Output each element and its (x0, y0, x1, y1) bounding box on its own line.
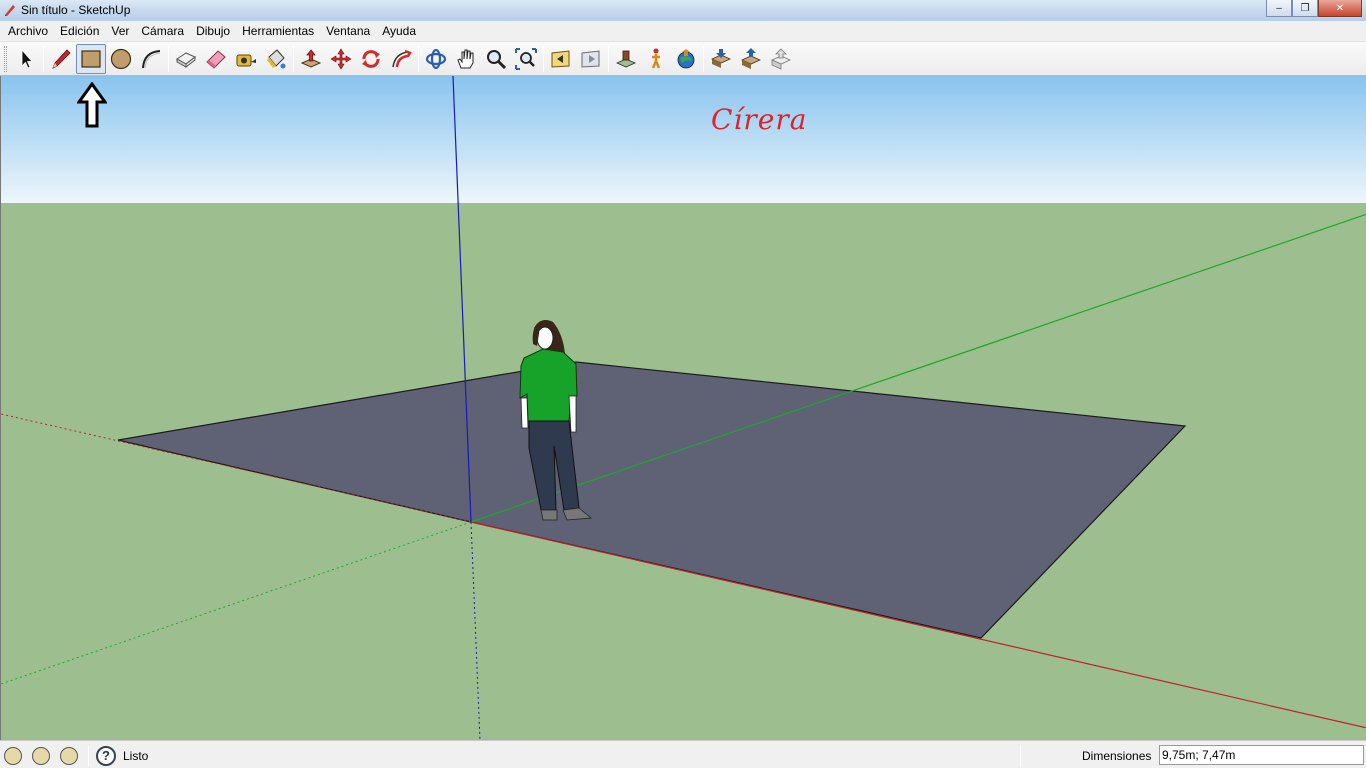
copyright-icon[interactable] (60, 747, 78, 765)
share-model-button[interactable] (736, 44, 766, 74)
toolbar-separator (43, 45, 44, 72)
arc-tool-icon (142, 49, 161, 68)
rectangle-tool-button[interactable] (76, 43, 106, 74)
menu-ayuda[interactable]: Ayuda (376, 21, 422, 42)
window-title: Sin título - SketchUp (21, 3, 131, 17)
google-earth-icon (677, 48, 695, 68)
follow-me-icon (392, 49, 412, 67)
status-divider (1020, 745, 1021, 767)
toolbar-separator (703, 45, 704, 72)
tape-measure-button[interactable] (231, 44, 261, 74)
toolbar-separator (608, 45, 609, 72)
menu-ver[interactable]: Ver (105, 21, 135, 42)
walk-tool-icon (651, 48, 661, 68)
get-models-icon (711, 48, 731, 68)
window-controls: – ❐ ✕ (1266, 0, 1362, 18)
drawing-viewport[interactable]: Círera (0, 76, 1366, 740)
toolbar-separator (418, 45, 419, 72)
position-camera-icon (616, 50, 636, 67)
paint-bucket-button[interactable] (261, 44, 291, 74)
paint-bucket-icon (267, 48, 286, 68)
rotate-tool-button[interactable] (356, 44, 386, 74)
help-icon[interactable]: ? (96, 746, 116, 766)
push-pull-icon (300, 48, 322, 68)
menu-bar: Archivo Edición Ver Cámara Dibujo Herram… (0, 21, 1366, 42)
select-tool-button[interactable] (11, 44, 41, 74)
rectangle-tool-icon (81, 49, 101, 68)
rotate-tool-icon (362, 49, 380, 68)
status-bar: ? Listo Dimensiones 9,75m; 7,47m (0, 740, 1366, 768)
move-tool-button[interactable] (326, 44, 356, 74)
zoom-tool-icon (487, 49, 507, 69)
previous-view-icon (551, 49, 570, 68)
make-component-icon (176, 51, 196, 68)
next-view-button[interactable] (576, 44, 606, 74)
eraser-tool-icon (206, 49, 226, 69)
toolbar-separator (168, 45, 169, 72)
menu-archivo[interactable]: Archivo (2, 21, 54, 42)
share-component-icon (771, 47, 791, 70)
credits-icon[interactable] (32, 747, 50, 765)
annotation-label: Círera (711, 103, 808, 136)
orbit-tool-icon (425, 48, 447, 69)
minimize-button[interactable]: – (1266, 0, 1292, 17)
measurements-label: Dimensiones (1082, 749, 1152, 763)
menu-edicion[interactable]: Edición (54, 21, 105, 42)
toolbar-grip[interactable] (4, 45, 7, 72)
measurements-field[interactable]: 9,75m; 7,47m (1159, 745, 1364, 765)
previous-view-button[interactable] (546, 44, 576, 74)
zoom-extents-button[interactable] (511, 44, 541, 74)
geolocation-icon[interactable] (4, 747, 22, 765)
position-camera-button[interactable] (611, 44, 641, 74)
next-view-icon (581, 49, 600, 68)
restore-button[interactable]: ❐ (1292, 0, 1318, 17)
zoom-tool-button[interactable] (481, 44, 511, 74)
status-message: Listo (123, 749, 149, 763)
menu-ventana[interactable]: Ventana (320, 21, 376, 42)
up-arrow-annotation (77, 82, 107, 128)
line-tool-icon (52, 48, 71, 69)
google-earth-button[interactable] (671, 44, 701, 74)
menu-herramientas[interactable]: Herramientas (236, 21, 320, 42)
pan-tool-button[interactable] (451, 44, 481, 74)
tape-measure-icon (236, 54, 256, 66)
push-pull-button[interactable] (296, 44, 326, 74)
move-tool-icon (330, 47, 352, 70)
follow-me-button[interactable] (386, 44, 416, 74)
sketchup-app-icon (5, 5, 15, 16)
pan-tool-icon (457, 49, 474, 68)
circle-tool-button[interactable] (106, 44, 136, 74)
close-button[interactable]: ✕ (1318, 0, 1362, 17)
status-divider (88, 745, 89, 767)
share-model-icon (741, 47, 761, 69)
line-tool-button[interactable] (46, 44, 76, 74)
main-toolbar (0, 42, 1366, 76)
get-models-button[interactable] (706, 44, 736, 74)
share-component-button[interactable] (766, 44, 796, 74)
zoom-extents-icon (515, 47, 537, 70)
scene-canvas (1, 76, 1366, 740)
orbit-tool-button[interactable] (421, 44, 451, 74)
arc-tool-button[interactable] (136, 44, 166, 74)
menu-dibujo[interactable]: Dibujo (190, 21, 236, 42)
select-tool-icon (21, 48, 33, 69)
walk-tool-button[interactable] (641, 44, 671, 74)
title-bar: Sin título - SketchUp – ❐ ✕ (0, 0, 1366, 21)
make-component-button[interactable] (171, 44, 201, 74)
circle-tool-icon (110, 48, 132, 69)
toolbar-separator (543, 45, 544, 72)
menu-camara[interactable]: Cámara (135, 21, 190, 42)
eraser-tool-button[interactable] (201, 44, 231, 74)
sky (1, 76, 1366, 203)
toolbar-separator (293, 45, 294, 72)
